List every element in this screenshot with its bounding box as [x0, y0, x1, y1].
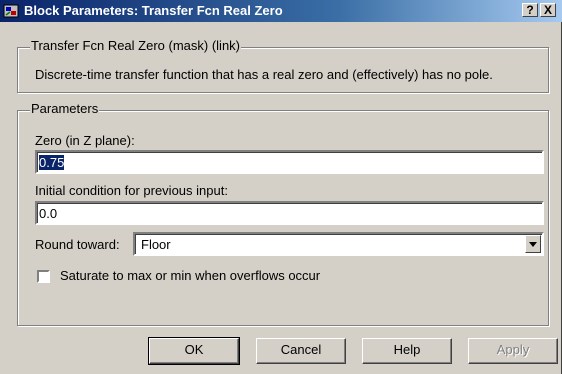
help-button[interactable]: Help	[362, 338, 452, 364]
round-toward-dropdown-button[interactable]	[525, 235, 541, 253]
question-mark-icon: ?	[526, 3, 534, 17]
description-group-legend: Transfer Fcn Real Zero (mask) (link)	[30, 38, 241, 53]
round-toward-label: Round toward:	[35, 237, 120, 252]
initial-condition-value: 0.0	[39, 206, 58, 221]
chevron-down-icon	[529, 242, 537, 247]
help-title-button[interactable]: ?	[522, 3, 538, 17]
ok-button-label: OK	[184, 342, 204, 357]
close-title-button[interactable]: X	[540, 3, 556, 17]
initial-condition-field[interactable]: 0.0	[35, 201, 544, 225]
zero-field[interactable]: 0.75	[35, 150, 544, 174]
round-toward-select[interactable]: Floor	[133, 232, 544, 256]
zero-value: 0.75	[39, 155, 65, 170]
apply-button[interactable]: Apply	[468, 338, 558, 364]
description-text: Discrete-time transfer function that has…	[35, 67, 493, 82]
close-icon: X	[543, 3, 552, 17]
round-toward-value: Floor	[141, 237, 171, 252]
cancel-button-label: Cancel	[280, 342, 322, 357]
zero-label: Zero (in Z plane):	[35, 133, 135, 148]
cancel-button[interactable]: Cancel	[256, 338, 346, 364]
apply-button-label: Apply	[496, 342, 530, 357]
saturate-label[interactable]: Saturate to max or min when overflows oc…	[60, 268, 320, 283]
parameters-group-legend: Parameters	[30, 101, 100, 116]
block-parameters-dialog: Block Parameters: Transfer Fcn Real Zero…	[0, 0, 562, 374]
initial-condition-label: Initial condition for previous input:	[35, 183, 228, 198]
ok-button[interactable]: OK	[148, 337, 240, 365]
help-button-label: Help	[393, 342, 421, 357]
title-bar[interactable]: Block Parameters: Transfer Fcn Real Zero…	[0, 0, 562, 22]
saturate-checkbox[interactable]	[37, 270, 50, 283]
simulink-block-icon[interactable]	[3, 3, 19, 19]
window-title: Block Parameters: Transfer Fcn Real Zero	[24, 3, 283, 18]
